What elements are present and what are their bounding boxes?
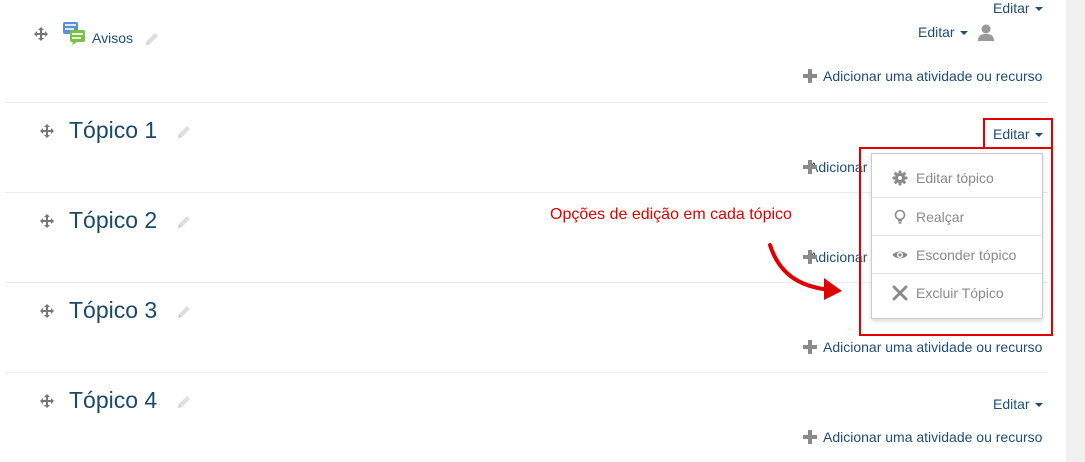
add-activity-label: Adicionar uma atividade ou recurso [823,68,1043,84]
gear-icon [892,170,908,185]
move-icon[interactable] [34,27,48,41]
move-icon[interactable] [40,124,54,138]
topic-edit-dropdown: Editar tópico Realçar Esconder tópico Ex… [871,153,1043,319]
topic-4-add-activity[interactable]: Adicionar uma atividade ou recurso [803,429,1042,445]
lightbulb-icon [894,209,906,224]
close-icon [892,285,908,300]
user-icon[interactable] [977,23,995,41]
plus-icon [803,69,817,83]
plus-icon [803,340,817,354]
add-activity-label: Adicionar uma atividade ou recurso [823,339,1043,355]
topic-3-add-activity[interactable]: Adicionar uma atividade ou recurso [803,339,1042,355]
pencil-icon[interactable] [144,31,160,47]
edit-label: Editar [993,0,1030,16]
activity-avisos-link[interactable]: Avisos [92,30,133,46]
edit-label: Editar [993,396,1030,412]
pencil-icon[interactable] [176,304,192,320]
forum-icon [63,22,85,45]
section0-edit-menu[interactable]: Editar [993,0,1043,16]
topic-2-title[interactable]: Tópico 2 [69,207,157,234]
caret-down-icon [1034,7,1043,11]
menu-item-label: Editar tópico [916,169,994,186]
menu-item-label: Realçar [916,208,965,225]
edit-label: Editar [918,24,955,40]
menu-item-editar-topico[interactable]: Editar tópico [872,159,1042,196]
section-divider [5,102,1048,103]
annotation-text: Opções de edição em cada tópico [550,206,792,223]
caret-down-icon [959,31,968,35]
pencil-icon[interactable] [176,124,192,140]
topic-3-title[interactable]: Tópico 3 [69,297,157,324]
section-divider [5,372,1048,373]
avisos-edit-menu[interactable]: Editar [918,24,968,40]
topic-1-title[interactable]: Tópico 1 [69,117,157,144]
topic-4-title[interactable]: Tópico 4 [69,387,157,414]
move-icon[interactable] [40,214,54,228]
menu-item-realcar[interactable]: Realçar [872,198,1042,235]
highlight-edit-button [983,118,1053,149]
menu-item-label: Excluir Tópico [916,284,1004,301]
menu-item-esconder-topico[interactable]: Esconder tópico [872,236,1042,273]
eye-icon [892,251,908,258]
add-activity-label: Adicionar uma atividade ou recurso [823,429,1043,445]
section0-add-activity[interactable]: Adicionar uma atividade ou recurso [803,68,1042,84]
annotation-arrow-icon [768,243,842,300]
menu-item-label: Esconder tópico [916,246,1017,263]
move-icon[interactable] [40,394,54,408]
move-icon[interactable] [40,304,54,318]
menu-item-excluir-topico[interactable]: Excluir Tópico [872,274,1042,311]
plus-icon [803,430,817,444]
scrollbar-track[interactable] [1066,0,1085,462]
pencil-icon[interactable] [176,394,192,410]
topic-4-edit-menu[interactable]: Editar [993,396,1043,412]
caret-down-icon [1034,403,1043,407]
pencil-icon[interactable] [176,214,192,230]
